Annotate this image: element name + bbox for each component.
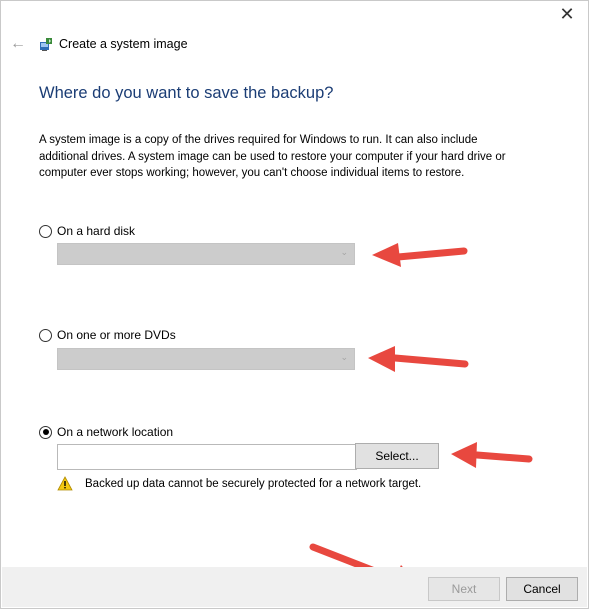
description-text: A system image is a copy of the drives r…	[39, 134, 506, 179]
page-heading: Where do you want to save the backup?	[39, 84, 334, 102]
close-icon: ✕	[559, 3, 575, 24]
dvds-label: On one or more DVDs	[57, 328, 176, 342]
warning-icon	[57, 476, 73, 491]
option-dvds[interactable]: On one or more DVDs	[39, 328, 176, 342]
back-button[interactable]: ←	[9, 35, 27, 53]
option-hard-disk[interactable]: On a hard disk	[39, 224, 135, 238]
annotation-arrow-select	[451, 442, 533, 468]
annotation-arrow-dvds	[368, 346, 469, 372]
select-button[interactable]: Select...	[355, 443, 439, 469]
network-location-radio[interactable]	[39, 425, 52, 439]
hard-disk-dropdown[interactable]: ⌄	[57, 243, 355, 265]
dialog-footer: Next Cancel	[2, 567, 587, 607]
close-button[interactable]: ✕	[552, 1, 582, 27]
annotation-arrow-hard-disk	[372, 243, 468, 267]
network-warning: Backed up data cannot be securely protec…	[57, 476, 421, 491]
network-path-input[interactable]	[57, 444, 357, 470]
hard-disk-radio[interactable]	[39, 224, 52, 238]
dialog-window: ✕ ← Create a system image Where do you w…	[0, 0, 589, 609]
cancel-button[interactable]: Cancel	[506, 577, 578, 601]
system-image-backup-icon	[40, 38, 52, 51]
warning-text: Backed up data cannot be securely protec…	[85, 477, 422, 490]
dvds-dropdown[interactable]: ⌄	[57, 348, 355, 370]
dvds-radio[interactable]	[39, 328, 52, 342]
hard-disk-label: On a hard disk	[57, 224, 136, 238]
option-network-location[interactable]: On a network location	[39, 425, 173, 439]
network-location-label: On a network location	[57, 425, 174, 439]
window-title: Create a system image	[59, 37, 188, 51]
back-arrow-icon: ←	[10, 35, 26, 52]
next-button[interactable]: Next	[428, 577, 500, 601]
chevron-down-icon: ⌄	[340, 352, 348, 362]
chevron-down-icon: ⌄	[340, 247, 348, 257]
title-bar: ← Create a system image	[9, 33, 188, 55]
